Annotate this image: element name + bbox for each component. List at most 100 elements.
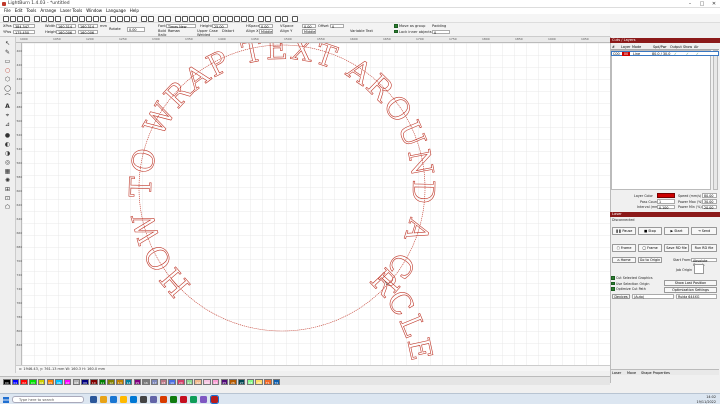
move-back-icon[interactable] [282, 15, 288, 22]
welded-label[interactable]: Welded [197, 33, 210, 37]
ypos-field[interactable]: 175.450 [13, 29, 35, 34]
save-rd-button[interactable]: Save RD file [664, 244, 689, 252]
settings-icon[interactable] [158, 15, 164, 22]
row-air-toggle[interactable]: ✓ [696, 52, 699, 57]
text-tool-icon[interactable]: A [4, 103, 11, 110]
select-tool-icon[interactable]: ↖ [4, 40, 11, 47]
run-rd-button[interactable]: Run RD file [691, 244, 717, 252]
offset-shapes-icon[interactable]: ◎ [4, 159, 11, 166]
rotate-field[interactable]: 0.00 [127, 27, 145, 32]
circle-tool-icon[interactable]: ◯ [4, 85, 11, 92]
folder-icon[interactable] [120, 396, 127, 403]
dock-icon[interactable] [292, 15, 298, 22]
tab-move[interactable]: Move [627, 371, 636, 375]
palette-swatch-25[interactable]: 25 [220, 378, 228, 385]
height-field[interactable]: 160.006 [56, 29, 76, 34]
paste-icon[interactable] [48, 15, 54, 22]
stop-button[interactable]: ■ Stop [638, 227, 662, 235]
cut-selected-checkbox[interactable] [611, 276, 615, 280]
speed-field[interactable]: 80.00 [702, 193, 717, 198]
home-button[interactable]: ⌂ Home [612, 257, 636, 263]
boolean-subtract-icon[interactable]: ◐ [4, 141, 11, 148]
palette-swatch-21[interactable]: 21 [185, 378, 194, 385]
variable-text-label[interactable]: Variable Text [350, 29, 373, 33]
media-icon[interactable] [180, 396, 187, 403]
palette-swatch-13[interactable]: 13 [116, 378, 124, 385]
row-output-toggle[interactable]: ✓ [674, 52, 677, 57]
zoom-selection-icon[interactable] [100, 15, 106, 22]
edge-icon[interactable] [110, 396, 117, 403]
start-button[interactable]: ▶ Start [664, 227, 689, 235]
wrapped-circle-text[interactable]: HOW TO WRAP TEXT AROUND A CIRCLE [123, 43, 440, 365]
flip-h-icon[interactable] [196, 15, 202, 22]
windows-start-icon[interactable] [3, 396, 9, 403]
zoom-in-icon[interactable] [72, 15, 78, 22]
chrome-icon[interactable] [190, 396, 197, 403]
height-field-2[interactable]: 160.006 [78, 29, 98, 34]
move-icon[interactable] [65, 15, 71, 22]
hspace-field[interactable]: 0.00 [259, 23, 273, 28]
align-x-select[interactable]: Middle [259, 29, 273, 34]
align-center-icon[interactable] [220, 15, 226, 22]
close-button[interactable]: ✕ [708, 0, 720, 8]
device-select[interactable]: Ruida 644XG [676, 294, 717, 299]
palette-swatch-26[interactable]: 26 [229, 378, 237, 385]
tab-laser[interactable]: Laser [612, 371, 621, 375]
align-left-icon[interactable] [213, 15, 219, 22]
palette-swatch-00[interactable]: 00 [3, 378, 11, 385]
minimize-button[interactable]: – [684, 0, 696, 8]
boolean-union-icon[interactable]: ● [4, 132, 11, 139]
palette-swatch-T1[interactable]: T1 [264, 378, 272, 385]
move-front-icon[interactable] [275, 15, 281, 22]
edit-nodes-icon[interactable]: ✎ [4, 49, 11, 56]
interval-field[interactable]: 0.100 [657, 204, 675, 209]
padding-field[interactable]: 0 [432, 29, 450, 34]
task-view-icon[interactable] [90, 396, 97, 403]
palette-swatch-02[interactable]: 02 [20, 378, 28, 385]
path-icon[interactable]: ⊡ [4, 195, 11, 202]
polygon-tool-icon[interactable]: ⬡ [4, 76, 11, 83]
palette-swatch-22[interactable]: 22 [194, 378, 202, 385]
layer-row[interactable]: C00 00 Line 80.0 / 30.0 ✓ ✓ ✓ [611, 51, 719, 57]
font-select[interactable]: Times New Roman [166, 23, 196, 32]
palette-swatch-T2[interactable]: T2 [272, 378, 281, 385]
align-top-icon[interactable] [234, 15, 240, 22]
store-icon[interactable] [130, 396, 137, 403]
target-icon[interactable] [148, 15, 154, 22]
palette-swatch-29[interactable]: 29 [255, 378, 263, 385]
show-last-position-button[interactable]: Show Last Position [664, 280, 717, 286]
cut-icon[interactable] [34, 15, 40, 22]
palette-swatch-03[interactable]: 03 [29, 378, 37, 385]
boolean-intersect-icon[interactable]: ◑ [4, 150, 11, 157]
weld-tool-icon[interactable]: ⬠ [4, 204, 11, 211]
select-icon[interactable] [124, 15, 130, 22]
ellipse-tool-icon[interactable]: ○ [4, 67, 11, 74]
rectangle-tool-icon[interactable]: ▭ [4, 58, 11, 65]
measure-icon[interactable]: ⊿ [4, 121, 11, 128]
use-selection-origin-checkbox[interactable] [611, 281, 615, 285]
taskbar-search-input[interactable]: Type here to search [12, 396, 84, 403]
palette-swatch-20[interactable]: 20 [177, 378, 185, 385]
palette-swatch-09[interactable]: 09 [81, 378, 89, 385]
palette-swatch-05[interactable]: 05 [46, 378, 54, 385]
go-to-origin-button[interactable]: Go to Origin [638, 257, 662, 263]
lock-inner-checkbox[interactable] [394, 29, 398, 33]
optimization-settings-button[interactable]: Optimization Settings [664, 287, 717, 293]
pass-count-field[interactable]: 1 [657, 199, 675, 204]
app-icon[interactable] [170, 396, 177, 403]
palette-swatch-24[interactable]: 24 [211, 378, 220, 385]
palette-swatch-11[interactable]: 11 [98, 378, 107, 385]
offset-field[interactable]: 0 [330, 23, 344, 28]
palette-swatch-16[interactable]: 16 [142, 378, 150, 385]
line-tool-icon[interactable]: ⌒ [4, 94, 11, 101]
office-icon[interactable] [160, 396, 167, 403]
frame-circle-button[interactable]: ◯ Frame [638, 244, 662, 252]
ungroup-icon[interactable] [182, 15, 188, 22]
optimize-cut-path-checkbox[interactable] [611, 287, 615, 291]
camera-icon[interactable] [141, 15, 147, 22]
open-icon[interactable] [3, 15, 9, 22]
job-origin-selector[interactable] [694, 264, 704, 274]
teams-icon[interactable] [150, 396, 157, 403]
move-group-checkbox[interactable] [394, 24, 398, 28]
palette-swatch-04[interactable]: 04 [37, 378, 46, 385]
